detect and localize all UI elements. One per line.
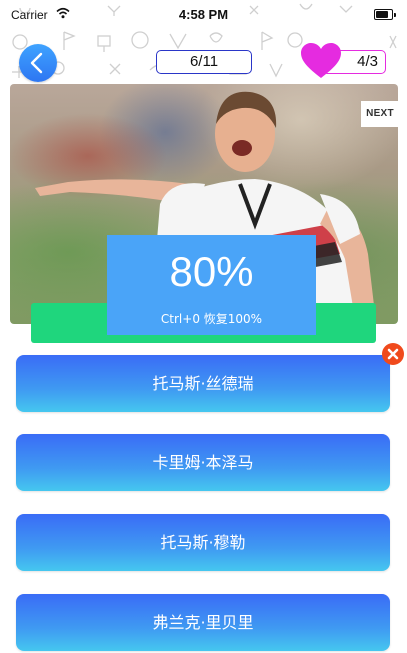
answer-option-1[interactable]: 托马斯·丝德瑞 — [16, 355, 390, 412]
back-button[interactable] — [19, 44, 57, 82]
zoom-indicator: 80% Ctrl+0 恢复100% — [107, 235, 316, 335]
answer-option-4[interactable]: 弗兰克·里贝里 — [16, 594, 390, 651]
answer-option-2[interactable]: 卡里姆·本泽马 — [16, 434, 390, 491]
heart-icon — [301, 43, 341, 78]
clock: 4:58 PM — [178, 7, 229, 22]
question-progress: 6/11 — [156, 50, 252, 74]
next-button[interactable]: NEXT — [361, 101, 399, 127]
answer-option-3[interactable]: 托马斯·穆勒 — [16, 514, 390, 571]
battery-icon — [374, 9, 396, 20]
status-bar: Carrier 4:58 PM — [0, 0, 407, 28]
close-icon[interactable] — [382, 343, 404, 365]
zoom-percent: 80% — [169, 248, 254, 295]
lives-text: 4/3 — [357, 53, 378, 70]
chevron-left-icon — [30, 52, 43, 74]
zoom-hint: Ctrl+0 恢复100% — [160, 312, 263, 326]
